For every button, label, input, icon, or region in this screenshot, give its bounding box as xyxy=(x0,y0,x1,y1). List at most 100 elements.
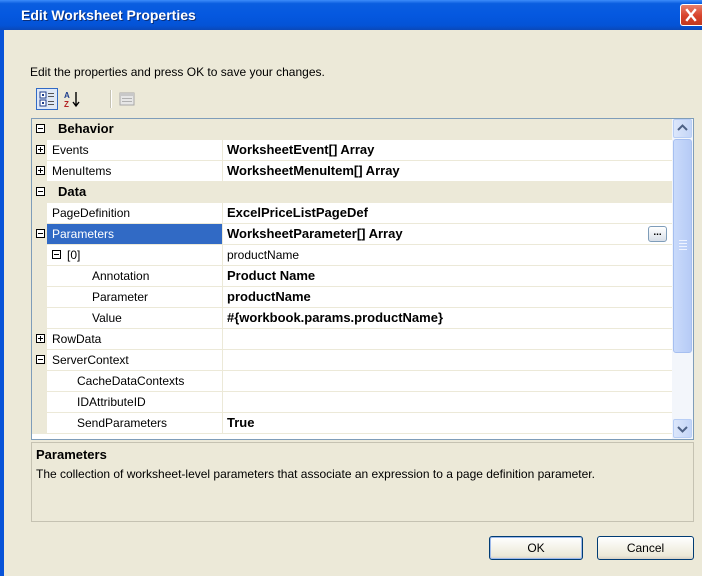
property-value[interactable]: ExcelPriceListPageDef xyxy=(227,203,368,223)
thumb-grip xyxy=(679,240,687,241)
property-pages-button[interactable] xyxy=(116,88,138,110)
collapse-icon[interactable] xyxy=(36,229,45,238)
property-value[interactable]: productName xyxy=(227,245,299,265)
row-gutter xyxy=(32,287,47,307)
svg-text:Z: Z xyxy=(64,100,69,108)
property-value[interactable]: productName xyxy=(227,287,311,307)
column-divider xyxy=(222,371,223,391)
category-label: Data xyxy=(58,184,87,199)
property-value[interactable]: WorksheetMenuItem[] Array xyxy=(227,161,400,181)
column-divider xyxy=(222,245,223,265)
property-pages-icon xyxy=(119,92,135,106)
property-grid[interactable]: Behavior Events WorksheetEvent[] Array M… xyxy=(31,118,694,440)
property-row-parameters[interactable]: Parameters WorksheetParameter[] Array ..… xyxy=(32,224,672,245)
row-gutter xyxy=(32,266,47,286)
row-gutter xyxy=(32,371,47,391)
scroll-up-button[interactable] xyxy=(673,119,692,138)
property-row-servercontext[interactable]: ServerContext xyxy=(32,350,672,371)
property-row-value[interactable]: Value #{workbook.params.productName} xyxy=(32,308,672,329)
categorized-icon xyxy=(39,91,54,107)
property-value[interactable]: WorksheetEvent[] Array xyxy=(227,140,374,160)
expand-icon[interactable] xyxy=(36,334,45,343)
thumb-grip xyxy=(679,246,687,247)
scrollbar-thumb[interactable] xyxy=(673,139,692,353)
close-button[interactable] xyxy=(680,4,702,26)
column-divider xyxy=(222,350,223,370)
svg-text:A: A xyxy=(64,91,70,100)
property-name: ServerContext xyxy=(52,353,129,367)
chevron-down-icon xyxy=(677,426,688,433)
property-name: Parameter xyxy=(92,290,149,304)
property-row-cachedatacontexts[interactable]: CacheDataContexts xyxy=(32,371,672,392)
property-value[interactable]: Product Name xyxy=(227,266,315,286)
vertical-scrollbar[interactable] xyxy=(672,119,693,439)
edit-worksheet-properties-dialog: Edit Worksheet Properties Edit the prope… xyxy=(0,0,702,576)
property-row-menuitems[interactable]: MenuItems WorksheetMenuItem[] Array xyxy=(32,161,672,182)
property-name: PageDefinition xyxy=(52,206,131,220)
thumb-grip xyxy=(679,243,687,244)
property-name: Parameters xyxy=(52,227,115,241)
category-behavior[interactable]: Behavior xyxy=(32,119,672,140)
description-title: Parameters xyxy=(36,447,107,462)
category-label: Behavior xyxy=(58,121,114,136)
column-divider xyxy=(222,140,223,160)
property-row-rowdata[interactable]: RowData xyxy=(32,329,672,350)
property-row-idattributeid[interactable]: IDAttributeID xyxy=(32,392,672,413)
collapse-icon[interactable] xyxy=(52,250,61,259)
property-name: IDAttributeID xyxy=(77,395,146,409)
property-row-parameter[interactable]: Parameter productName xyxy=(32,287,672,308)
row-gutter xyxy=(32,245,47,265)
property-row-annotation[interactable]: Annotation Product Name xyxy=(32,266,672,287)
alphabetical-icon: A Z xyxy=(64,91,80,108)
property-value[interactable]: #{workbook.params.productName} xyxy=(227,308,443,328)
title-bar[interactable]: Edit Worksheet Properties xyxy=(0,0,702,30)
property-name: Events xyxy=(52,143,89,157)
row-gutter xyxy=(32,203,47,223)
column-divider xyxy=(222,413,223,433)
property-row-events[interactable]: Events WorksheetEvent[] Array xyxy=(32,140,672,161)
property-value[interactable]: WorksheetParameter[] Array xyxy=(227,224,403,244)
column-divider xyxy=(222,308,223,328)
column-divider xyxy=(222,266,223,286)
collapse-icon[interactable] xyxy=(36,355,45,364)
collapse-icon[interactable] xyxy=(36,187,45,196)
scroll-down-button[interactable] xyxy=(673,419,692,438)
window-frame xyxy=(0,30,4,576)
window-title: Edit Worksheet Properties xyxy=(21,7,196,23)
thumb-grip xyxy=(679,249,687,250)
row-gutter xyxy=(32,413,47,433)
row-gutter xyxy=(32,392,47,412)
property-row-pagedefinition[interactable]: PageDefinition ExcelPriceListPageDef xyxy=(32,203,672,224)
property-name: Annotation xyxy=(92,269,150,283)
ok-button[interactable]: OK xyxy=(489,536,583,560)
expand-icon[interactable] xyxy=(36,166,45,175)
description-panel: Parameters The collection of worksheet-l… xyxy=(31,442,694,522)
instructions-text: Edit the properties and press OK to save… xyxy=(30,65,325,79)
property-row-sendparameters[interactable]: SendParameters True xyxy=(32,413,672,434)
description-text: The collection of worksheet-level parame… xyxy=(36,467,595,481)
property-value[interactable]: True xyxy=(227,413,254,433)
collapse-icon[interactable] xyxy=(36,124,45,133)
property-name: CacheDataContexts xyxy=(77,374,185,388)
property-grid-toolbar: A Z xyxy=(36,88,146,110)
column-divider xyxy=(222,287,223,307)
property-name: RowData xyxy=(52,332,102,346)
column-divider xyxy=(222,161,223,181)
categorized-button[interactable] xyxy=(36,88,58,110)
property-name: SendParameters xyxy=(77,416,168,430)
column-divider xyxy=(222,329,223,349)
toolbar-separator xyxy=(110,90,112,108)
column-divider xyxy=(222,224,223,244)
row-gutter xyxy=(32,308,47,328)
column-divider xyxy=(222,203,223,223)
ellipsis-button[interactable]: ... xyxy=(648,226,667,242)
alphabetical-button[interactable]: A Z xyxy=(62,88,84,110)
cancel-button[interactable]: Cancel xyxy=(597,536,694,560)
chevron-up-icon xyxy=(677,124,688,131)
expand-icon[interactable] xyxy=(36,145,45,154)
property-name: [0] xyxy=(67,248,81,262)
category-data[interactable]: Data xyxy=(32,182,672,203)
property-row-index-0[interactable]: [0] productName xyxy=(32,245,672,266)
property-name: MenuItems xyxy=(52,164,112,178)
column-divider xyxy=(222,392,223,412)
